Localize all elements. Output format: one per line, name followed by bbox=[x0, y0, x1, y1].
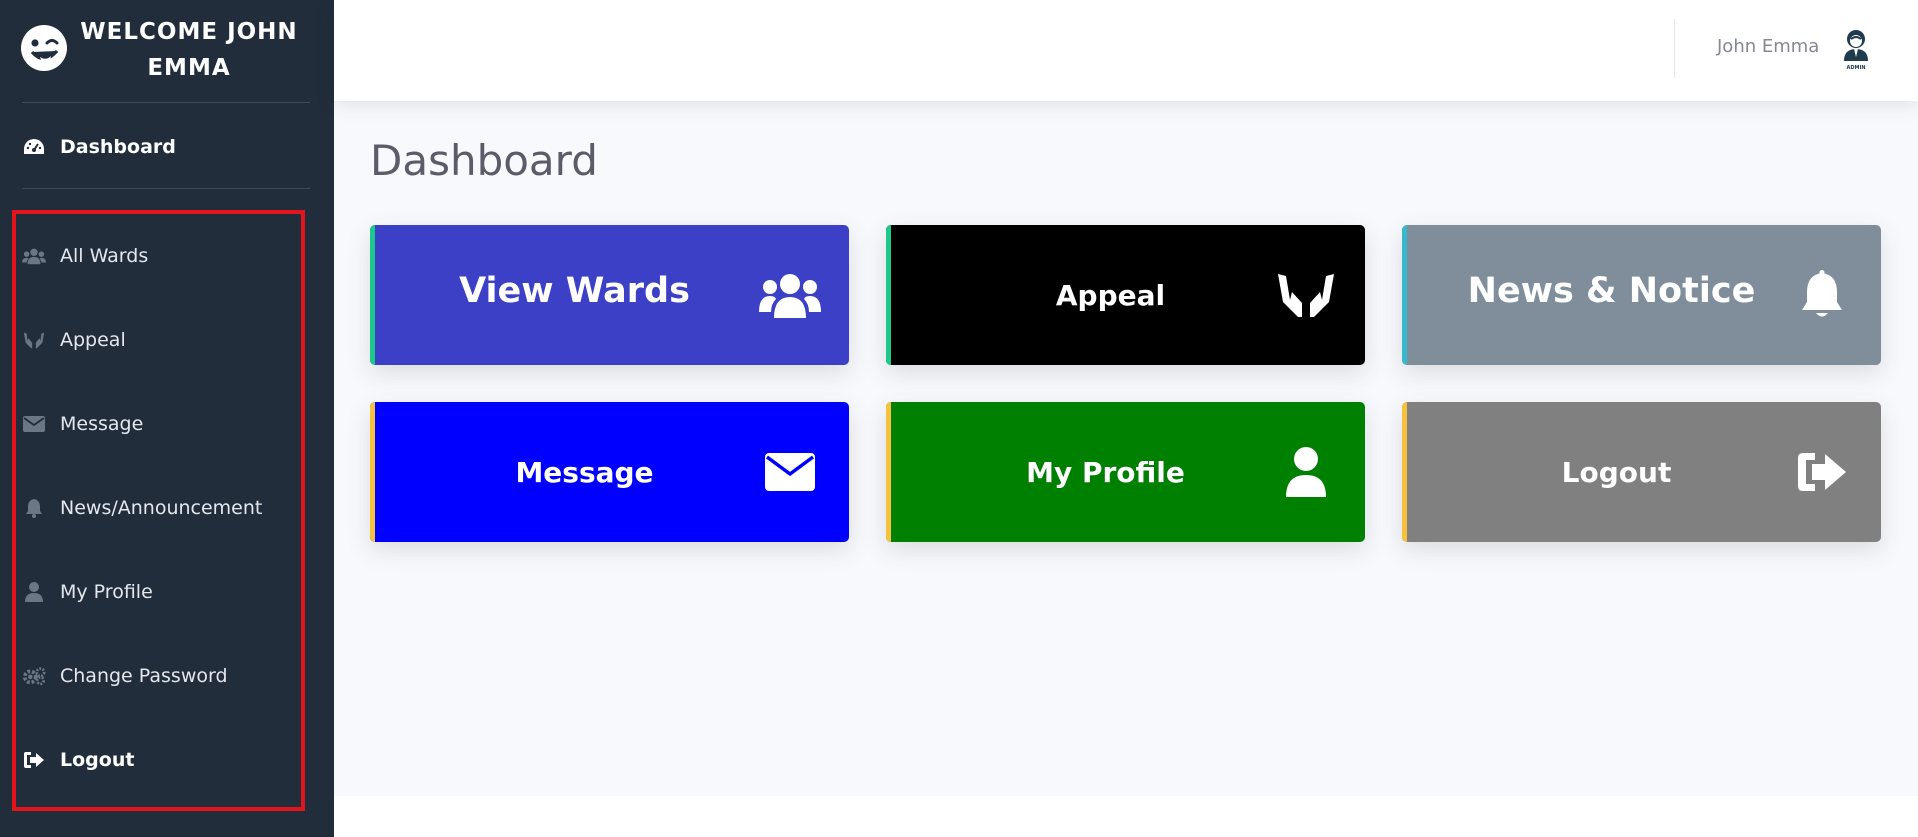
sign-out-icon bbox=[1791, 444, 1853, 500]
user-icon bbox=[1275, 444, 1337, 500]
avatar-icon[interactable]: ADMIN bbox=[1836, 27, 1876, 71]
card-news-notice[interactable]: News & Notice bbox=[1402, 225, 1881, 365]
card-accent bbox=[886, 225, 891, 365]
card-accent bbox=[886, 402, 891, 542]
topbar-divider bbox=[1674, 19, 1675, 78]
card-logout[interactable]: Logout bbox=[1402, 402, 1881, 542]
users-icon bbox=[759, 267, 821, 323]
card-appeal[interactable]: Appeal bbox=[886, 225, 1365, 365]
card-my-profile[interactable]: My Profile bbox=[886, 402, 1365, 542]
topbar: John Emma ADMIN bbox=[334, 0, 1918, 101]
wink-face-icon bbox=[21, 25, 67, 71]
envelope-icon bbox=[759, 444, 821, 500]
card-accent bbox=[1402, 402, 1407, 542]
card-accent bbox=[370, 225, 375, 365]
hands-icon bbox=[1275, 267, 1337, 323]
tachometer-icon bbox=[22, 135, 46, 159]
card-label: Logout bbox=[1561, 455, 1672, 489]
sidebar-divider bbox=[22, 188, 310, 189]
sidebar-item-label: Dashboard bbox=[60, 136, 176, 158]
sidebar-divider bbox=[22, 102, 310, 103]
card-accent bbox=[370, 402, 375, 542]
welcome-text: WELCOME JOHN EMMA bbox=[80, 19, 298, 81]
card-label: My Profile bbox=[1026, 455, 1185, 489]
card-accent bbox=[1402, 225, 1407, 365]
sidebar-brand[interactable]: WELCOME JOHN EMMA bbox=[0, 0, 334, 102]
sidebar: WELCOME JOHN EMMA Dashboard All Wards Ap… bbox=[0, 0, 334, 837]
card-view-wards[interactable]: View Wards bbox=[370, 225, 849, 365]
avatar-caption: ADMIN bbox=[1846, 65, 1865, 71]
bell-icon bbox=[1791, 267, 1853, 323]
footer bbox=[334, 796, 1918, 837]
card-label: Appeal bbox=[1055, 278, 1166, 312]
card-message[interactable]: Message bbox=[370, 402, 849, 542]
card-label: News & Notice bbox=[1467, 271, 1756, 311]
sidebar-item-dashboard[interactable]: Dashboard bbox=[0, 127, 334, 167]
card-label: View Wards bbox=[459, 271, 690, 311]
card-label: Message bbox=[515, 455, 654, 489]
user-name[interactable]: John Emma bbox=[1717, 36, 1819, 57]
selection-highlight bbox=[12, 210, 305, 811]
page-title: Dashboard bbox=[370, 136, 598, 185]
